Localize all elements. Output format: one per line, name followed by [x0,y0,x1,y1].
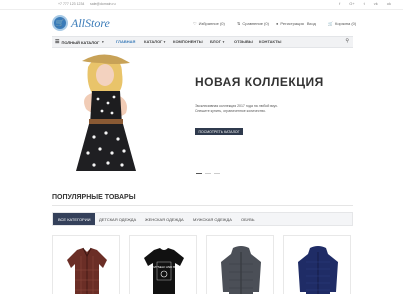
hero-title: НОВАЯ КОЛЛЕКЦИЯ [195,75,324,89]
login-link[interactable]: Вход [307,21,316,26]
hero-slider: НОВАЯ КОЛЛЕКЦИЯ Эксклюзивная коллекция 2… [52,53,353,177]
top-bar: +7 777 123 1234 sale@domain.ru f G+ t vk… [0,0,403,10]
chevron-down-icon: ▼ [101,40,105,44]
google-plus-icon[interactable]: G+ [349,1,354,6]
tab-mens-clothing[interactable]: МУЖСКАЯ ОДЕЖДА [193,213,232,225]
tshirt-print-text: ME MYSELF AND BIKE [148,265,180,269]
logo[interactable]: 🛒 AllStore [52,15,110,31]
model-photo [52,53,162,177]
slider-dots [196,173,220,174]
slider-dot[interactable] [214,173,220,174]
compare-link[interactable]: ⇅ Сравнение (0) [237,21,269,26]
hero-subtitle: Эксклюзивная коллекция 2017 года на любо… [195,104,325,114]
blue-jacket-image [298,246,338,294]
heart-icon: ♡ [193,21,197,26]
social-links: f G+ t vk ok [339,1,391,6]
divider [52,205,353,206]
nav-item-components[interactable]: КОМПОНЕНТЫ [173,39,203,44]
product-card[interactable] [283,235,351,294]
odnoklassniki-icon[interactable]: ok [387,1,391,6]
favorites-label: Избранное (0) [198,21,225,26]
nav-item-contacts[interactable]: КОНТАКТЫ [259,39,281,44]
compare-label: Сравнение (0) [242,21,269,26]
category-tabs: ВСЕ КАТЕГОРИИ ДЕТСКАЯ ОДЕЖДА ЖЕНСКАЯ ОДЕ… [52,212,353,226]
main-nav: ☰ ПОЛНЫЙ КАТАЛОГ ▼ ГЛАВНАЯ КАТАЛОГ ▼ КОМ… [52,36,353,48]
section-title: ПОПУЛЯРНЫЕ ТОВАРЫ [52,194,136,201]
grey-jacket-image [221,246,261,294]
facebook-icon[interactable]: f [339,1,340,6]
nav-item-blog[interactable]: БЛОГ [210,39,221,44]
favorites-link[interactable]: ♡ Избранное (0) [193,21,225,26]
cart-label: Корзина (0) [334,21,357,26]
site-header: 🛒 AllStore ♡ Избранное (0) ⇅ Сравнение (… [0,10,403,36]
basket-icon: 🛒 [52,15,68,31]
tab-womens-clothing[interactable]: ЖЕНСКАЯ ОДЕЖДА [145,213,184,225]
nav-item-reviews[interactable]: ОТЗЫВЫ [234,39,253,44]
nav-item-home[interactable]: ГЛАВНАЯ [116,39,135,44]
logo-text: AllStore [71,15,110,30]
product-list: ME MYSELF AND BIKE [52,235,353,294]
hero-subtitle-line2: Спешите купить, ограниченное количество. [195,109,266,113]
catalog-chevron-icon: ▼ [163,40,166,44]
nav-item-catalog[interactable]: КАТАЛОГ [144,39,162,44]
user-icon: ● [276,21,279,26]
product-card[interactable] [52,235,120,294]
slider-dot[interactable] [205,173,211,174]
menu-icon: ☰ [55,39,60,45]
cart-icon: 🛒 [328,21,333,26]
slider-dot[interactable] [196,173,202,174]
plaid-shirt-image [67,247,107,294]
tab-all-categories[interactable]: ВСЕ КАТЕГОРИИ [53,213,96,225]
register-link[interactable]: Регистрация [280,21,303,26]
twitter-icon[interactable]: t [364,1,365,6]
view-catalog-button[interactable]: ПОСМОТРЕТЬ КАТАЛОГ [195,128,243,135]
email-link[interactable]: sale@domain.ru [90,2,116,6]
product-card[interactable]: ME MYSELF AND BIKE [129,235,197,294]
product-card[interactable] [206,235,274,294]
search-icon[interactable]: ⚲ [345,38,349,44]
vk-icon[interactable]: vk [374,1,378,6]
full-catalog-label: ПОЛНЫЙ КАТАЛОГ [61,39,100,45]
blog-chevron-icon: ▼ [222,40,225,44]
tab-shoes[interactable]: ОБУВЬ [241,213,254,225]
phone-number[interactable]: +7 777 123 1234 [58,2,84,6]
tshirt-image: ME MYSELF AND BIKE [144,248,184,294]
compare-icon: ⇅ [237,21,241,26]
cart-link[interactable]: 🛒 Корзина (0) [328,21,356,26]
full-catalog-button[interactable]: ☰ ПОЛНЫЙ КАТАЛОГ ▼ [52,37,112,47]
account-links: ● Регистрация Вход [276,21,316,26]
tab-kids-clothing[interactable]: ДЕТСКАЯ ОДЕЖДА [99,213,136,225]
